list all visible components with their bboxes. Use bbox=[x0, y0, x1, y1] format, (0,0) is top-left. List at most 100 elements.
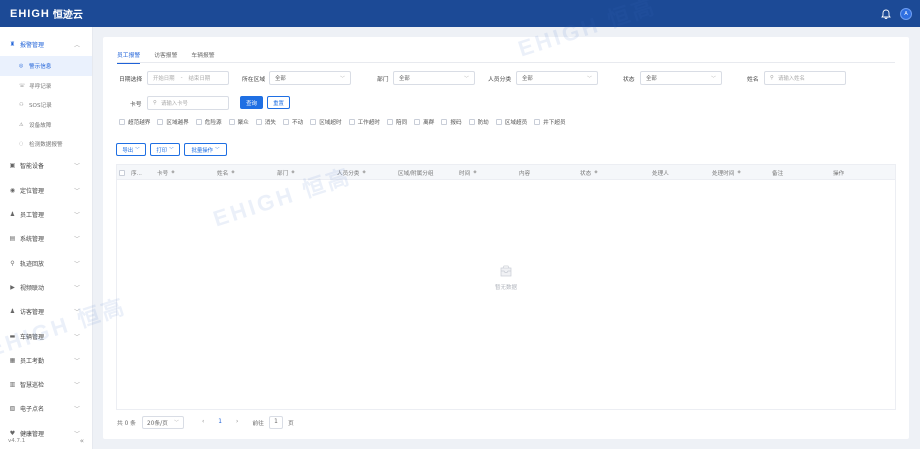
print-button[interactable]: 打印 ﹀ bbox=[150, 143, 180, 156]
sidebar-group-label: 定位管理 bbox=[20, 187, 45, 195]
sidebar-group-inspect[interactable]: ▥ 智慧巡检 ﹀ bbox=[0, 372, 92, 396]
date-separator: - bbox=[180, 75, 183, 81]
chevron-down-icon: ﹀ bbox=[73, 284, 80, 292]
tab-employee-alarm[interactable]: 员工报警 bbox=[117, 45, 141, 64]
sidebar-group-user[interactable]: ♟ 员工管理 ﹀ bbox=[0, 202, 92, 226]
sidebar-item-warning[interactable]: ⚠ 设备故障 bbox=[0, 115, 92, 135]
date-range-picker[interactable]: 开始日期 - 结束日期 bbox=[147, 71, 229, 85]
sort-icon[interactable]: ◆ bbox=[737, 170, 740, 175]
alarm-type-checkbox[interactable]: 井下超员 bbox=[534, 118, 566, 126]
sidebar-group-car[interactable]: ▬ 车辆管理 ﹀ bbox=[0, 324, 92, 348]
sort-icon[interactable]: ◆ bbox=[362, 170, 365, 175]
sort-icon[interactable]: ◆ bbox=[171, 170, 174, 175]
chevron-up-icon: ︿ bbox=[73, 41, 80, 49]
card-input[interactable]: ⚲ 请输入卡号 bbox=[147, 96, 229, 110]
goto-page-input[interactable]: 1 bbox=[268, 415, 283, 429]
tab-vehicle-alarm[interactable]: 车辆报警 bbox=[191, 45, 214, 63]
alarm-type-checkbox[interactable]: 区域超时 bbox=[310, 118, 342, 126]
alarm-type-checkbox[interactable]: 超范越界 bbox=[119, 118, 150, 126]
export-button[interactable]: 导出 ﹀ bbox=[116, 143, 146, 156]
category-select[interactable]: 全部 ﹀ bbox=[516, 71, 598, 85]
column-header-label: 内容 bbox=[519, 170, 531, 177]
date-label: 日期选择 bbox=[119, 77, 143, 83]
sidebar-group-rollcall[interactable]: ▧ 电子点名 ﹀ bbox=[0, 397, 92, 421]
next-page-button[interactable]: › bbox=[236, 419, 238, 425]
column-header[interactable]: 卡号 ◆ bbox=[157, 165, 175, 180]
sidebar-group-attendance[interactable]: ▦ 员工考勤 ﹀ bbox=[0, 348, 92, 372]
search-icon: ⚲ bbox=[770, 75, 774, 81]
tab-visitor-alarm[interactable]: 访客报警 bbox=[154, 45, 177, 63]
sort-icon[interactable]: ◆ bbox=[291, 170, 294, 175]
alarm-type-checkbox[interactable]: 危险源 bbox=[195, 118, 222, 126]
dept-select[interactable]: 全部 ﹀ bbox=[393, 71, 475, 85]
select-all-checkbox[interactable] bbox=[119, 165, 125, 180]
column-header[interactable]: 时间 ◆ bbox=[459, 165, 477, 180]
alarm-type-checkbox[interactable]: 防劫 bbox=[468, 118, 489, 126]
avatar[interactable]: A bbox=[900, 7, 912, 20]
column-header[interactable]: 人员分类 ◆ bbox=[337, 165, 366, 180]
sort-icon[interactable]: ◆ bbox=[231, 170, 234, 175]
name-placeholder: 请输入姓名 bbox=[777, 76, 805, 82]
column-header-label: 状态 bbox=[580, 170, 592, 177]
column-header[interactable]: 状态 ◆ bbox=[580, 165, 598, 180]
chevron-down-icon: ﹀ bbox=[135, 147, 140, 153]
goto-label: 前往 bbox=[252, 420, 264, 427]
top-bar: EHIGH 恒迹云 A bbox=[0, 0, 920, 27]
sidebar-group-location[interactable]: ◉ 定位管理 ﹀ bbox=[0, 178, 92, 202]
collapse-icon[interactable]: « bbox=[80, 437, 84, 445]
alarm-type-checkbox[interactable]: 聚众 bbox=[228, 118, 249, 126]
sidebar-group-system[interactable]: ▤ 系统管理 ﹀ bbox=[0, 227, 92, 251]
print-label: 打印 bbox=[156, 147, 168, 154]
chevron-down-icon: ﹀ bbox=[73, 357, 80, 365]
chevron-down-icon: ﹀ bbox=[173, 419, 179, 426]
column-header: 内容 bbox=[519, 165, 530, 180]
checkbox-icon bbox=[310, 119, 317, 125]
alarm-type-checkbox[interactable]: 报码 bbox=[441, 118, 462, 126]
warning-icon: ⚠ bbox=[19, 121, 24, 128]
column-header[interactable]: 姓名 ◆ bbox=[217, 165, 235, 180]
area-select[interactable]: 全部 ﹀ bbox=[269, 71, 351, 85]
checkbox-icon bbox=[414, 119, 421, 125]
prev-page-button[interactable]: ‹ bbox=[202, 419, 204, 425]
name-input[interactable]: ⚲ 请输入姓名 bbox=[764, 71, 846, 85]
sort-icon[interactable]: ◆ bbox=[473, 170, 476, 175]
sidebar-item-call[interactable]: ☏ 寻呼记录 bbox=[0, 76, 92, 96]
alarm-type-checkbox[interactable]: 区域越界 bbox=[157, 118, 189, 126]
alarm-type-checkbox[interactable]: 消失 bbox=[255, 118, 276, 126]
column-header: 序... bbox=[131, 165, 142, 180]
alarm-type-checkbox[interactable]: 离群 bbox=[414, 118, 434, 126]
sidebar-group-label: 系统管理 bbox=[20, 236, 45, 244]
sidebar-item-info[interactable]: ◎ 警示信息 bbox=[0, 56, 92, 76]
column-header[interactable]: 部门 ◆ bbox=[277, 165, 295, 180]
sidebar-group-visitor[interactable]: ♟ 访客管理 ﹀ bbox=[0, 300, 92, 324]
chevron-down-icon: ﹀ bbox=[710, 75, 716, 82]
sort-icon[interactable]: ◆ bbox=[594, 170, 597, 175]
reset-button[interactable]: 重置 bbox=[267, 96, 290, 109]
column-header-label: 人员分类 bbox=[337, 170, 360, 177]
alarm-type-checkbox[interactable]: 工作超时 bbox=[348, 118, 380, 126]
sidebar-item-sos[interactable]: ⚇ SOS记录 bbox=[0, 95, 92, 115]
sidebar-group-track[interactable]: ⚲ 轨迹回放 ﹀ bbox=[0, 251, 92, 275]
attendance-icon: ▦ bbox=[9, 356, 16, 364]
status-select[interactable]: 全部 ﹀ bbox=[640, 71, 722, 85]
sidebar-group-label: 智慧巡检 bbox=[20, 382, 45, 390]
alarm-type-checkbox[interactable]: 区域超员 bbox=[495, 118, 527, 126]
column-header: 处理人 bbox=[652, 165, 669, 180]
sidebar-group-video[interactable]: ▶ 视频联动 ﹀ bbox=[0, 275, 92, 299]
bell-icon[interactable] bbox=[881, 9, 891, 19]
alarm-type-checkbox[interactable]: 陪同 bbox=[386, 118, 407, 126]
sidebar-group-device[interactable]: ▣ 智能设备 ﹀ bbox=[0, 154, 92, 178]
sidebar-item-detect[interactable]: ◌ 检测数据报警 bbox=[0, 134, 92, 154]
sidebar-group-alarm[interactable]: ♜ 报警管理 ︿ bbox=[0, 32, 92, 56]
table-header: 序... 卡号 ◆ 姓名 ◆ 部门 ◆ 人员分类 ◆ 区域/附属分组 时间 ◆ 内容 状态 ◆ 处理人 处理时间… bbox=[117, 165, 895, 180]
checkbox-icon bbox=[282, 119, 289, 125]
query-button[interactable]: 查询 bbox=[240, 96, 263, 109]
page-size-select[interactable]: 20条/页 ﹀ bbox=[141, 415, 184, 429]
batch-button[interactable]: 批量操作 ﹀ bbox=[184, 143, 227, 156]
sidebar-group-label: 智能设备 bbox=[20, 163, 45, 171]
alarm-type-checkbox[interactable]: 不动 bbox=[282, 118, 303, 126]
column-header: 备注 bbox=[772, 165, 783, 180]
checkbox-icon bbox=[348, 119, 355, 125]
current-page[interactable]: 1 bbox=[218, 419, 222, 425]
column-header[interactable]: 处理时间 ◆ bbox=[712, 165, 741, 180]
